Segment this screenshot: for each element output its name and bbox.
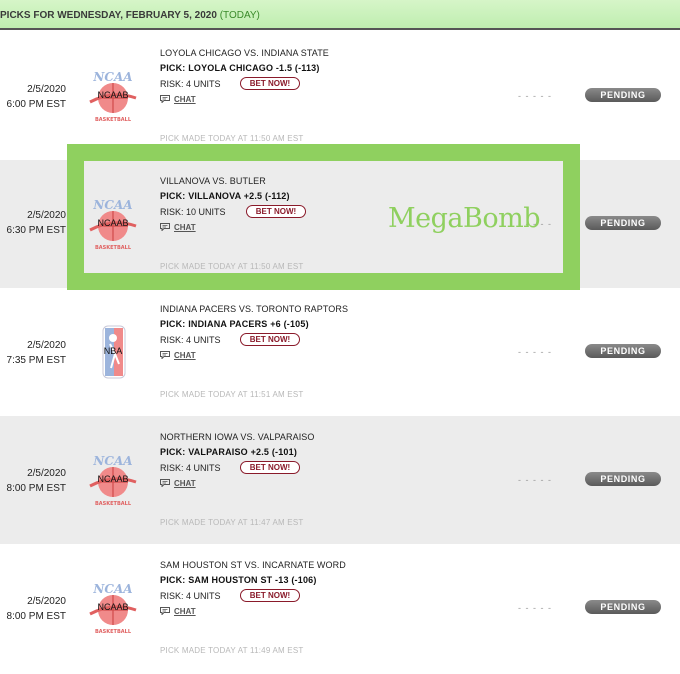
chat-link[interactable]: CHAT — [160, 607, 196, 616]
pending-status-badge: PENDING — [585, 472, 661, 486]
game-time: 8:00 PM EST — [6, 611, 66, 622]
svg-text:NCAA: NCAA — [92, 70, 132, 84]
pick-text: PICK: LOYOLA CHICAGO -1.5 (-113) — [160, 63, 320, 73]
game-time: 7:35 PM EST — [6, 355, 66, 366]
risk-text: RISK: 4 UNITS — [160, 79, 221, 89]
pending-status-badge: PENDING — [585, 216, 661, 230]
chat-bubble-icon — [160, 95, 170, 103]
game-date: 2/5/2020 — [27, 84, 66, 95]
pending-status-badge: PENDING — [585, 600, 661, 614]
league-label: NCAAB — [97, 90, 129, 100]
pick-row: 2/5/2020 6:00 PM EST NCAA BASKETBALL NCA… — [0, 32, 680, 160]
matchup-title: LOYOLA CHICAGO VS. INDIANA STATE — [160, 48, 329, 58]
pick-made-time: PICK MADE TODAY AT 11:51 AM EST — [160, 390, 304, 399]
megabomb-watermark: MegaBomb — [388, 203, 541, 234]
chat-link[interactable]: CHAT — [160, 479, 196, 488]
pick-text: PICK: INDIANA PACERS +6 (-105) — [160, 319, 309, 329]
game-date-time: 2/5/2020 6:00 PM EST — [0, 82, 66, 112]
game-date: 2/5/2020 — [27, 468, 66, 479]
pick-made-time: PICK MADE TODAY AT 11:50 AM EST — [160, 134, 304, 143]
ncaa-basketball-logo: NCAA BASKETBALL NCAAB — [84, 580, 142, 636]
ncaa-basketball-logo: NCAA BASKETBALL NCAAB — [84, 68, 142, 124]
league-label: NCAAB — [97, 602, 129, 612]
pick-text: PICK: VALPARAISO +2.5 (-101) — [160, 447, 298, 457]
nba-logo: NBA — [84, 324, 142, 380]
result-placeholder: - - - - - — [518, 603, 552, 613]
today-label: (TODAY) — [219, 10, 260, 21]
game-time: 6:00 PM EST — [6, 99, 66, 110]
pick-row: 2/5/2020 7:35 PM EST NBA INDIANA PACERS … — [0, 288, 680, 416]
ncaa-basketball-logo: NCAA BASKETBALL NCAAB — [84, 452, 142, 508]
svg-text:NCAA: NCAA — [92, 454, 132, 468]
picks-header: PICKS FOR WEDNESDAY, FEBRUARY 5, 2020 (T… — [0, 0, 680, 30]
svg-text:BASKETBALL: BASKETBALL — [95, 629, 132, 635]
svg-text:NCAA: NCAA — [92, 582, 132, 596]
matchup-title: SAM HOUSTON ST VS. INCARNATE WORD — [160, 560, 346, 570]
chat-bubble-icon — [160, 607, 170, 615]
svg-text:BASKETBALL: BASKETBALL — [95, 501, 132, 507]
svg-text:BASKETBALL: BASKETBALL — [95, 117, 132, 123]
pick-text: PICK: SAM HOUSTON ST -13 (-106) — [160, 575, 317, 585]
chat-label: CHAT — [174, 95, 196, 104]
result-placeholder: - - - - - — [518, 91, 552, 101]
chat-link[interactable]: CHAT — [160, 95, 196, 104]
game-time: 6:30 PM EST — [6, 225, 66, 236]
risk-text: RISK: 4 UNITS — [160, 335, 221, 345]
picks-header-title: PICKS FOR WEDNESDAY, FEBRUARY 5, 2020 — [0, 10, 217, 21]
bet-now-button[interactable]: BET NOW! — [240, 461, 300, 474]
game-date-time: 2/5/2020 6:30 PM EST — [0, 208, 66, 238]
game-date-time: 2/5/2020 8:00 PM EST — [0, 466, 66, 496]
chat-link[interactable]: CHAT — [160, 351, 196, 360]
result-placeholder: - - - - - — [518, 475, 552, 485]
chat-label: CHAT — [174, 479, 196, 488]
bet-now-button[interactable]: BET NOW! — [240, 589, 300, 602]
result-placeholder: - - - - - — [518, 347, 552, 357]
game-date: 2/5/2020 — [27, 340, 66, 351]
risk-text: RISK: 4 UNITS — [160, 591, 221, 601]
pending-status-badge: PENDING — [585, 344, 661, 358]
pick-row: 2/5/2020 8:00 PM EST NCAA BASKETBALL NCA… — [0, 416, 680, 544]
chat-label: CHAT — [174, 351, 196, 360]
chat-bubble-icon — [160, 351, 170, 359]
chat-label: CHAT — [174, 607, 196, 616]
matchup-title: NORTHERN IOWA VS. VALPARAISO — [160, 432, 315, 442]
game-date-time: 2/5/2020 8:00 PM EST — [0, 594, 66, 624]
chat-bubble-icon — [160, 479, 170, 487]
league-label: NBA — [103, 346, 123, 356]
pick-made-time: PICK MADE TODAY AT 11:47 AM EST — [160, 518, 304, 527]
bet-now-button[interactable]: BET NOW! — [240, 333, 300, 346]
risk-text: RISK: 4 UNITS — [160, 463, 221, 473]
game-date: 2/5/2020 — [27, 210, 66, 221]
game-date-time: 2/5/2020 7:35 PM EST — [0, 338, 66, 368]
pick-row: 2/5/2020 8:00 PM EST NCAA BASKETBALL NCA… — [0, 544, 680, 672]
league-label: NCAAB — [97, 474, 129, 484]
matchup-title: INDIANA PACERS VS. TORONTO RAPTORS — [160, 304, 349, 314]
pick-made-time: PICK MADE TODAY AT 11:49 AM EST — [160, 646, 304, 655]
pending-status-badge: PENDING — [585, 88, 661, 102]
game-date: 2/5/2020 — [27, 596, 66, 607]
bet-now-button[interactable]: BET NOW! — [240, 77, 300, 90]
game-time: 8:00 PM EST — [6, 483, 66, 494]
